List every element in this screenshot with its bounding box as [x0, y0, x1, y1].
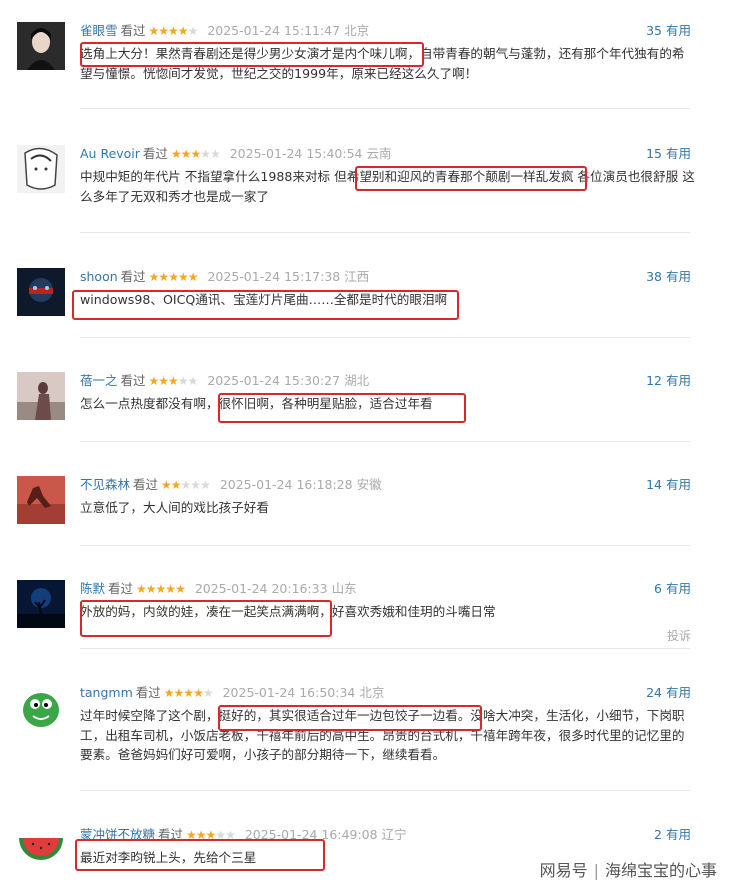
review-meta: tangmm 看过 ★★★★★ 2025-01-24 16:50:34 北京: [80, 684, 384, 702]
useful-votes[interactable]: 2 有用: [650, 826, 691, 844]
review-time: 2025-01-24 15:11:47: [207, 23, 341, 38]
review-location: 云南: [366, 146, 392, 161]
username-link[interactable]: Au Revoir: [80, 146, 140, 161]
divider: [80, 337, 690, 338]
watched-label: 看过: [142, 146, 168, 161]
watched-label: 看过: [120, 23, 146, 38]
username-link[interactable]: 蓓一之: [80, 373, 118, 388]
useful-votes[interactable]: 35 有用: [642, 22, 691, 40]
username-link[interactable]: 蒙冲饼不放糖: [80, 827, 155, 842]
username-link[interactable]: tangmm: [80, 685, 133, 700]
review-time: 2025-01-24 20:16:33: [194, 581, 328, 596]
review-location: 北京: [344, 23, 370, 38]
review-text: windows98、OICQ通讯、宝莲灯片尾曲……全都是时代的眼泪啊: [80, 292, 448, 307]
divider: [80, 441, 690, 442]
review-time: 2025-01-24 16:50:34: [222, 685, 356, 700]
rating-stars: ★★★★★: [136, 582, 186, 596]
username-link[interactable]: 不见森林: [80, 477, 130, 492]
username-link[interactable]: shoon: [80, 269, 118, 284]
review-text: 过年时候空降了这个剧，挺好的，其实很适合过年一边包饺子一边看。没啥大冲突，生活化…: [80, 708, 685, 762]
divider: [80, 545, 690, 546]
user-avatar[interactable]: [17, 476, 65, 524]
review-meta: shoon 看过 ★★★★★ 2025-01-24 15:17:38 江西: [80, 268, 369, 286]
rating-stars: ★★★★★: [161, 478, 211, 492]
divider: [80, 108, 690, 109]
watched-label: 看过: [133, 477, 159, 492]
review-meta: 陈默 看过 ★★★★★ 2025-01-24 20:16:33 山东: [80, 580, 357, 598]
review-location: 北京: [359, 685, 385, 700]
rating-stars: ★★★★★: [148, 270, 199, 284]
review-meta: 蓓一之 看过 ★★★★★ 2025-01-24 15:30:27 湖北: [80, 372, 369, 390]
review-text: 中规中矩的年代片 不指望拿什么1988来对标 但希望别和迎风的青春那个颠剧一样乱…: [80, 169, 695, 204]
review-time: 2025-01-24 15:17:38: [207, 269, 341, 284]
divider: [80, 790, 690, 791]
review-text: 立意低了，大人间的戏比孩子好看: [80, 500, 269, 515]
report-link[interactable]: 投诉: [667, 627, 691, 644]
review-location: 湖北: [344, 373, 370, 388]
useful-votes[interactable]: 24 有用: [642, 684, 691, 702]
review-time: 2025-01-24 15:40:54: [229, 146, 363, 161]
user-avatar[interactable]: [17, 580, 65, 628]
review-time: 2025-01-24 16:49:08: [244, 827, 378, 842]
review-location: 辽宁: [381, 827, 407, 842]
useful-votes[interactable]: 12 有用: [642, 372, 691, 390]
user-avatar[interactable]: [17, 826, 65, 874]
username-link[interactable]: 陈默: [80, 581, 105, 596]
useful-votes[interactable]: 38 有用: [642, 268, 691, 286]
rating-stars: ★★★★★: [163, 686, 214, 700]
review-time: 2025-01-24 15:30:27: [207, 373, 341, 388]
review-time: 2025-01-24 16:18:28: [219, 477, 353, 492]
watched-label: 看过: [108, 581, 134, 596]
review-meta: Au Revoir 看过 ★★★★★ 2025-01-24 15:40:54 云南: [80, 145, 392, 163]
review-location: 江西: [344, 269, 370, 284]
rating-stars: ★★★★★: [186, 828, 236, 842]
useful-votes[interactable]: 14 有用: [642, 476, 691, 494]
review-meta: 不见森林 看过 ★★★★★ 2025-01-24 16:18:28 安徽: [80, 476, 382, 494]
watched-label: 看过: [135, 685, 161, 700]
user-avatar[interactable]: [17, 684, 65, 732]
useful-votes[interactable]: 6 有用: [650, 580, 691, 598]
username-link[interactable]: 雀眼雪: [80, 23, 118, 38]
divider: [80, 648, 690, 649]
watched-label: 看过: [120, 373, 146, 388]
divider: [80, 232, 690, 233]
user-avatar[interactable]: [17, 268, 65, 316]
review-location: 山东: [331, 581, 357, 596]
review-meta: 雀眼雪 看过 ★★★★★ 2025-01-24 15:11:47 北京: [80, 22, 369, 40]
rating-stars: ★★★★★: [148, 374, 199, 388]
review-meta: 蒙冲饼不放糖 看过 ★★★★★ 2025-01-24 16:49:08 辽宁: [80, 826, 407, 844]
useful-votes[interactable]: 15 有用: [642, 145, 691, 163]
user-avatar[interactable]: [17, 145, 65, 193]
review-text: 怎么一点热度都没有啊，很怀旧啊，各种明星贴脸，适合过年看: [80, 396, 433, 411]
user-avatar[interactable]: [17, 22, 65, 70]
watched-label: 看过: [120, 269, 146, 284]
review-text: 选角上大分！果然青春剧还是得少男少女演才是内个味儿啊，自带青春的朝气与蓬勃，还有…: [80, 46, 685, 81]
review-text: 外放的妈，内敛的娃，凑在一起笑点满满啊，好喜欢秀娥和佳玥的斗嘴日常: [80, 604, 496, 619]
watermark: 网易号 | 海绵宝宝的心事: [535, 855, 721, 883]
rating-stars: ★★★★★: [148, 24, 199, 38]
review-location: 安徽: [356, 477, 382, 492]
rating-stars: ★★★★★: [170, 147, 221, 161]
watched-label: 看过: [158, 827, 184, 842]
user-avatar[interactable]: [17, 372, 65, 420]
